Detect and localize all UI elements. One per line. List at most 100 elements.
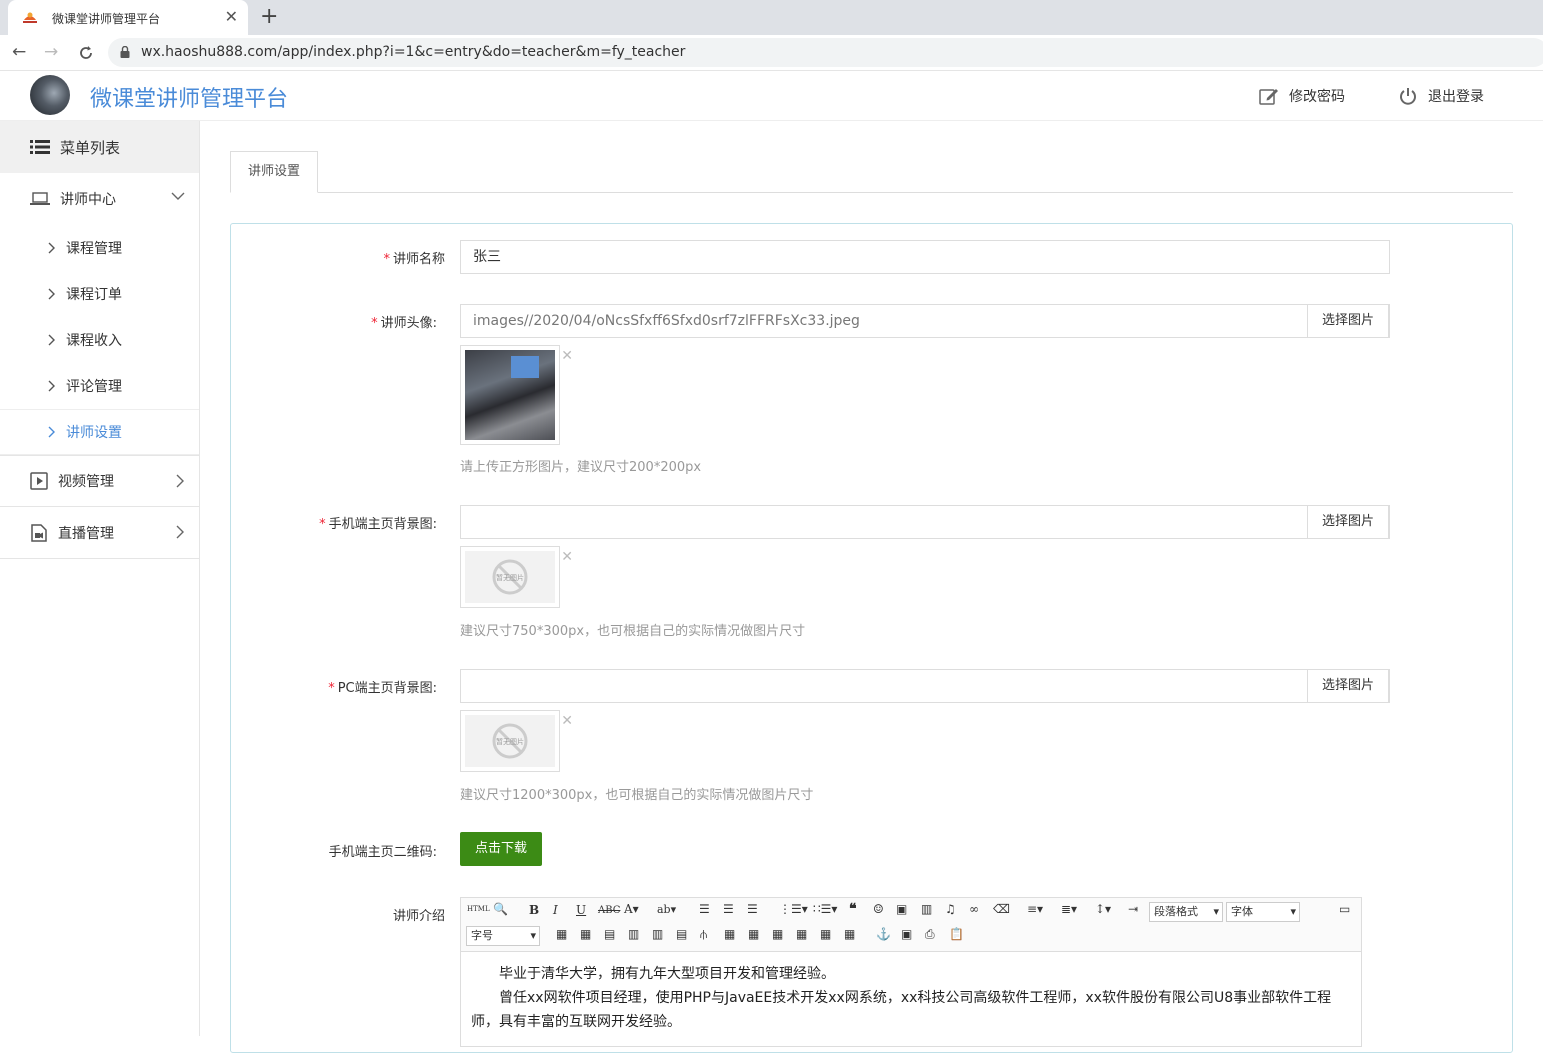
split-rows-icon[interactable]: ▦ <box>796 927 807 941</box>
insert-row-icon[interactable]: ▥ <box>628 927 639 941</box>
mobile-bg-hint: 建议尺寸750*300px，也可根据自己的实际情况做图片尺寸 <box>460 624 806 639</box>
merge-cells-icon[interactable]: ▦ <box>724 927 735 941</box>
sidebar-item-label: 课程收入 <box>66 333 122 349</box>
close-tab-icon[interactable]: ✕ <box>225 7 238 26</box>
merge-down-icon[interactable]: ▦ <box>772 927 783 941</box>
teacher-intro-label: 讲师介绍 <box>392 909 445 924</box>
pc-bg-input[interactable]: 选择图片 <box>460 669 1390 703</box>
remove-image-icon[interactable]: ✕ <box>561 549 573 565</box>
required-mark: * <box>371 316 378 331</box>
print-icon[interactable]: ⎙ <box>925 927 935 942</box>
editor-paragraph: 毕业于清华大学，拥有九年大型项目开发和管理经验。 <box>499 966 835 982</box>
split-cols-icon[interactable]: ▦ <box>820 927 831 941</box>
sidebar-item-teacher-settings[interactable]: 讲师设置 <box>0 409 199 455</box>
highlight-icon[interactable]: ab▾ <box>657 903 676 916</box>
music-icon[interactable]: ♫ <box>945 902 956 916</box>
svg-text:暂无图片: 暂无图片 <box>496 573 524 582</box>
underline-icon[interactable]: U <box>576 903 586 917</box>
image-icon[interactable]: ▣ <box>896 902 907 916</box>
font-size-select[interactable]: 字号 ▾ <box>466 926 540 946</box>
anchor-icon[interactable]: ⚓ <box>876 927 891 941</box>
paragraph-spacing-icon[interactable]: ≣▾ <box>1061 902 1077 916</box>
code-icon[interactable]: ▣ <box>901 927 912 941</box>
align-center-icon[interactable]: ☰ <box>723 902 734 916</box>
sidebar-item-label: 讲师设置 <box>66 425 122 441</box>
reload-icon[interactable] <box>78 45 94 61</box>
line-height-icon[interactable]: ↕▾ <box>1095 902 1111 916</box>
brand-title: 微课堂讲师管理平台 <box>90 87 289 112</box>
avatar-preview-image <box>465 350 555 440</box>
preview-icon[interactable]: 🔍 <box>493 902 508 916</box>
download-qrcode-button[interactable]: 点击下载 <box>460 832 542 866</box>
html-source-icon[interactable]: HTML <box>467 905 490 913</box>
link-icon[interactable]: ∞ <box>969 902 979 916</box>
mobile-bg-pick-button[interactable]: 选择图片 <box>1307 505 1389 539</box>
logout-label: 退出登录 <box>1428 89 1484 105</box>
table-insert-icon[interactable]: ▦ <box>556 927 567 941</box>
ordered-list-icon[interactable]: ⋮☰▾ <box>779 902 808 916</box>
merge-right-icon[interactable]: ▦ <box>748 927 759 941</box>
split-cell-icon[interactable]: ⫛ <box>700 927 707 942</box>
delete-row-icon[interactable]: ▤ <box>676 927 687 941</box>
editor-content[interactable]: 毕业于清华大学，拥有九年大型项目开发和管理经验。 曾任xx网软件项目经理，使用P… <box>461 952 1361 1044</box>
list-icon <box>30 140 50 154</box>
table-title-icon[interactable]: ▤ <box>604 927 615 941</box>
avatar-hint: 请上传正方形图片，建议尺寸200*200px <box>460 460 702 475</box>
video-insert-icon[interactable]: ▥ <box>921 902 932 916</box>
blockquote-icon[interactable]: ❝ <box>849 901 857 917</box>
sidebar-group-video[interactable]: 视频管理 <box>0 455 199 507</box>
sidebar-group-teacher-center[interactable]: 讲师中心 <box>0 173 199 225</box>
sidebar-item-course-management[interactable]: 课程管理 <box>0 225 199 271</box>
chevron-right-icon <box>48 426 55 438</box>
browser-address-bar: ← → wx.haoshu888.com/app/index.php?i=1&c… <box>0 35 1543 71</box>
avatar-pick-button[interactable]: 选择图片 <box>1307 304 1389 338</box>
fullscreen-icon[interactable]: ▭ <box>1339 902 1350 916</box>
menu-list-title: 菜单列表 <box>60 138 121 157</box>
remove-image-icon[interactable]: ✕ <box>561 713 573 729</box>
mobile-bg-input[interactable]: 选择图片 <box>460 505 1390 539</box>
strikethrough-icon[interactable]: ABC <box>598 905 620 916</box>
new-tab-icon[interactable]: + <box>260 4 278 29</box>
align-left-icon[interactable]: ☰ <box>699 902 710 916</box>
teacher-name-input[interactable]: 张三 <box>460 240 1390 274</box>
font-family-select[interactable]: 字体 ▾ <box>1226 902 1300 922</box>
table-delete-icon[interactable]: ▦ <box>580 927 591 941</box>
remove-image-icon[interactable]: ✕ <box>561 348 573 364</box>
indent-icon[interactable]: ⇥ <box>1128 902 1138 916</box>
chevron-right-icon <box>48 334 55 346</box>
table-props-icon[interactable]: ▦ <box>844 927 855 941</box>
change-password-link[interactable]: 修改密码 <box>1259 86 1345 106</box>
font-color-icon[interactable]: A▾ <box>624 902 639 916</box>
pc-bg-hint: 建议尺寸1200*300px，也可根据自己的实际情况做图片尺寸 <box>460 788 814 803</box>
teacher-avatar-input[interactable]: images//2020/04/oNcsSfxff6Sfxd0srf7zlFFR… <box>460 304 1390 338</box>
pc-bg-pick-button[interactable]: 选择图片 <box>1307 669 1389 703</box>
lock-icon <box>120 46 130 58</box>
eraser-icon[interactable]: ⌫ <box>993 902 1010 916</box>
rich-text-editor[interactable]: HTML 🔍 B I U ABC A▾ ab▾ ☰ ☰ ☰ ⋮☰▾ ∷☰▾ ❝ … <box>460 897 1362 1047</box>
emoji-icon[interactable]: ☺ <box>873 902 884 916</box>
chevron-right-icon <box>48 380 55 392</box>
paste-icon[interactable]: 📋 <box>949 927 964 941</box>
italic-icon[interactable]: I <box>553 903 558 917</box>
unordered-list-icon[interactable]: ∷☰▾ <box>813 902 837 916</box>
forward-icon[interactable]: → <box>44 42 58 62</box>
change-password-label: 修改密码 <box>1289 89 1345 105</box>
browser-tab[interactable]: 微课堂讲师管理平台 ✕ <box>8 0 248 35</box>
logout-link[interactable]: 退出登录 <box>1398 86 1484 106</box>
chevron-right-icon <box>176 474 184 488</box>
insert-col-icon[interactable]: ▥ <box>652 927 663 941</box>
sidebar-item-course-income[interactable]: 课程收入 <box>0 317 199 363</box>
back-icon[interactable]: ← <box>12 42 26 62</box>
align-right-icon[interactable]: ☰ <box>747 902 758 916</box>
text-align-icon[interactable]: ≡▾ <box>1027 902 1043 916</box>
editor-toolbar: HTML 🔍 B I U ABC A▾ ab▾ ☰ ☰ ☰ ⋮☰▾ ∷☰▾ ❝ … <box>461 898 1361 952</box>
sidebar-group-label: 视频管理 <box>58 474 114 490</box>
content-tabs: 讲师设置 <box>230 151 1513 193</box>
bold-icon[interactable]: B <box>529 903 539 917</box>
sidebar-group-live[interactable]: 直播管理 <box>0 507 199 559</box>
sidebar-item-comments[interactable]: 评论管理 <box>0 363 199 409</box>
tab-teacher-settings[interactable]: 讲师设置 <box>230 151 318 193</box>
sidebar-item-course-orders[interactable]: 课程订单 <box>0 271 199 317</box>
paragraph-format-select[interactable]: 段落格式 ▾ <box>1149 902 1223 922</box>
url-field[interactable]: wx.haoshu888.com/app/index.php?i=1&c=ent… <box>108 38 1543 67</box>
